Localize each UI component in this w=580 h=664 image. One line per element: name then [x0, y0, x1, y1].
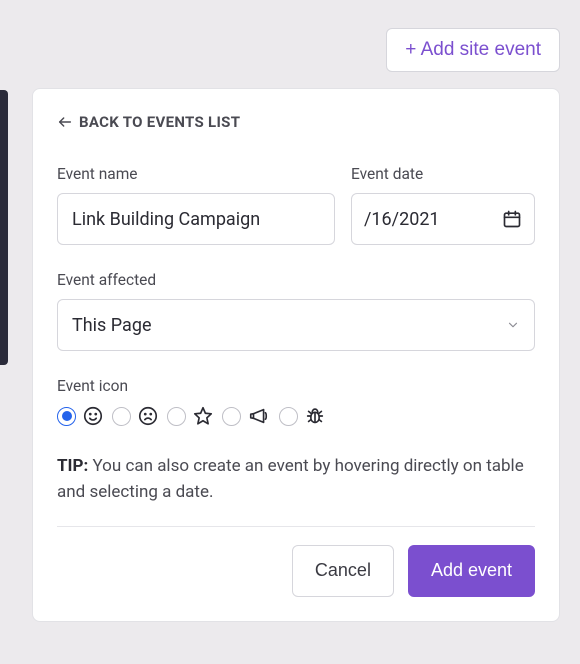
icon-option-star[interactable] — [167, 405, 214, 427]
event-name-input[interactable] — [57, 193, 335, 245]
calendar-icon — [502, 209, 522, 229]
event-icon-options — [57, 405, 535, 427]
icon-option-megaphone[interactable] — [222, 405, 271, 427]
event-form-card: BACK TO EVENTS LIST Event name Event dat… — [32, 88, 560, 622]
radio-happy[interactable] — [57, 407, 76, 426]
add-site-event-button[interactable]: + Add site event — [386, 28, 560, 72]
event-icon-label: Event icon — [57, 377, 535, 395]
divider — [57, 526, 535, 527]
event-date-label: Event date — [351, 165, 535, 183]
radio-sad[interactable] — [112, 407, 131, 426]
event-date-field: Event date /16/2021 — [351, 165, 535, 245]
left-strip — [0, 90, 8, 365]
radio-star[interactable] — [167, 407, 186, 426]
event-name-label: Event name — [57, 165, 335, 183]
event-affected-label: Event affected — [57, 271, 535, 289]
event-date-input[interactable]: /16/2021 — [351, 193, 535, 245]
cancel-button[interactable]: Cancel — [292, 545, 394, 597]
event-affected-select[interactable]: This Page — [57, 299, 535, 351]
event-affected-field: Event affected This Page — [57, 271, 535, 351]
event-icon-field: Event icon — [57, 377, 535, 395]
icon-option-sad[interactable] — [112, 405, 159, 427]
star-icon — [192, 405, 214, 427]
icon-option-happy[interactable] — [57, 405, 104, 427]
event-affected-value: This Page — [72, 315, 152, 336]
back-label: BACK TO EVENTS LIST — [79, 113, 240, 131]
arrow-left-icon — [57, 114, 73, 130]
back-to-events-link[interactable]: BACK TO EVENTS LIST — [57, 113, 240, 131]
happy-face-icon — [82, 405, 104, 427]
sad-face-icon — [137, 405, 159, 427]
tip-body: You can also create an event by hovering… — [57, 456, 524, 502]
tip-label: TIP: — [57, 456, 88, 476]
tip-text: TIP: You can also create an event by hov… — [57, 453, 535, 506]
event-name-field: Event name — [57, 165, 335, 245]
bug-icon — [304, 405, 326, 427]
add-event-button[interactable]: Add event — [408, 545, 535, 597]
radio-megaphone[interactable] — [222, 407, 241, 426]
chevron-down-icon — [506, 318, 520, 332]
icon-option-bug[interactable] — [279, 405, 326, 427]
form-footer: Cancel Add event — [57, 545, 535, 597]
event-date-value: /16/2021 — [364, 209, 494, 230]
radio-bug[interactable] — [279, 407, 298, 426]
megaphone-icon — [247, 405, 271, 427]
